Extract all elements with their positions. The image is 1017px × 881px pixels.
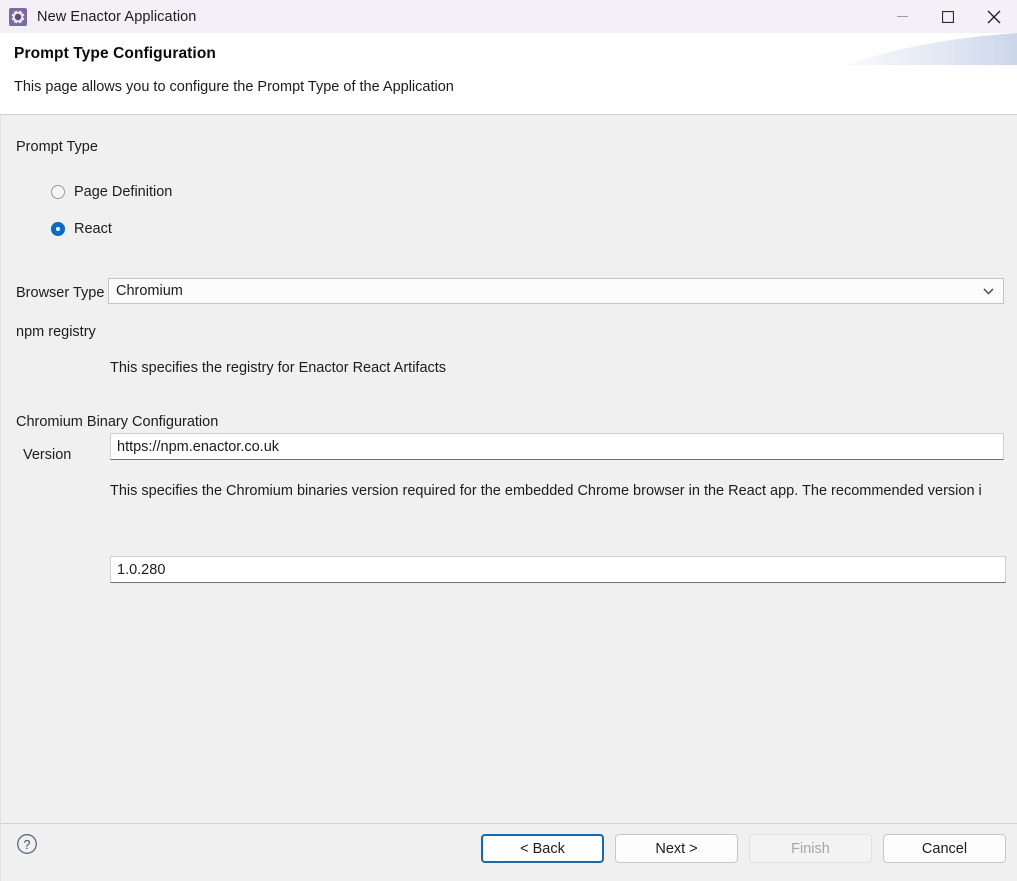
maximize-icon[interactable] xyxy=(925,0,971,33)
new-enactor-application-wizard: New Enactor Application Prompt Type Conf… xyxy=(0,0,1017,881)
finish-button: Finish xyxy=(749,834,872,863)
radio-react-label: React xyxy=(74,221,112,237)
window-title: New Enactor Application xyxy=(37,8,197,25)
radio-react[interactable]: React xyxy=(51,219,112,239)
npm-registry-label: npm registry xyxy=(16,324,96,340)
version-value: 1.0.280 xyxy=(117,561,166,578)
chevron-down-icon xyxy=(983,287,994,295)
browser-type-combobox[interactable]: Chromium xyxy=(108,278,1004,304)
browser-type-value: Chromium xyxy=(116,283,183,299)
header-decoration-swoosh xyxy=(847,33,1017,65)
npm-registry-value: https://npm.enactor.co.uk xyxy=(117,438,280,455)
minimize-icon[interactable] xyxy=(879,0,925,33)
gear-icon xyxy=(9,7,27,26)
help-circle-icon[interactable]: ? xyxy=(16,833,38,855)
title-bar: New Enactor Application xyxy=(0,0,1017,33)
npm-registry-input[interactable]: https://npm.enactor.co.uk xyxy=(110,433,1004,460)
svg-text:?: ? xyxy=(24,838,31,852)
window-controls xyxy=(879,0,1017,33)
version-input[interactable]: 1.0.280 xyxy=(110,556,1006,583)
radio-unchecked-icon xyxy=(51,185,65,199)
npm-registry-hint: This specifies the registry for Enactor … xyxy=(110,360,447,376)
chromium-binary-configuration-label: Chromium Binary Configuration xyxy=(16,414,219,430)
wizard-page-body: Prompt Type Page Definition React Browse… xyxy=(0,115,1017,823)
next-button[interactable]: Next > xyxy=(615,834,738,863)
prompt-type-group-label: Prompt Type xyxy=(16,139,98,155)
version-label: Version xyxy=(23,447,72,463)
close-icon[interactable] xyxy=(971,0,1017,33)
wizard-page-header: Prompt Type Configuration This page allo… xyxy=(0,33,1017,115)
page-description: This page allows you to configure the Pr… xyxy=(14,79,454,95)
browser-type-label: Browser Type xyxy=(16,285,105,301)
version-hint: This specifies the Chromium binaries ver… xyxy=(110,483,982,499)
back-button[interactable]: < Back xyxy=(481,834,604,863)
wizard-footer: ? < Back Next > Finish Cancel xyxy=(0,823,1017,881)
footer-button-group: < Back Next > Finish Cancel xyxy=(481,834,1006,863)
radio-page-definition-label: Page Definition xyxy=(74,184,173,200)
cancel-button[interactable]: Cancel xyxy=(883,834,1006,863)
page-title: Prompt Type Configuration xyxy=(14,45,216,62)
radio-checked-icon xyxy=(51,222,65,236)
radio-page-definition[interactable]: Page Definition xyxy=(51,182,172,202)
